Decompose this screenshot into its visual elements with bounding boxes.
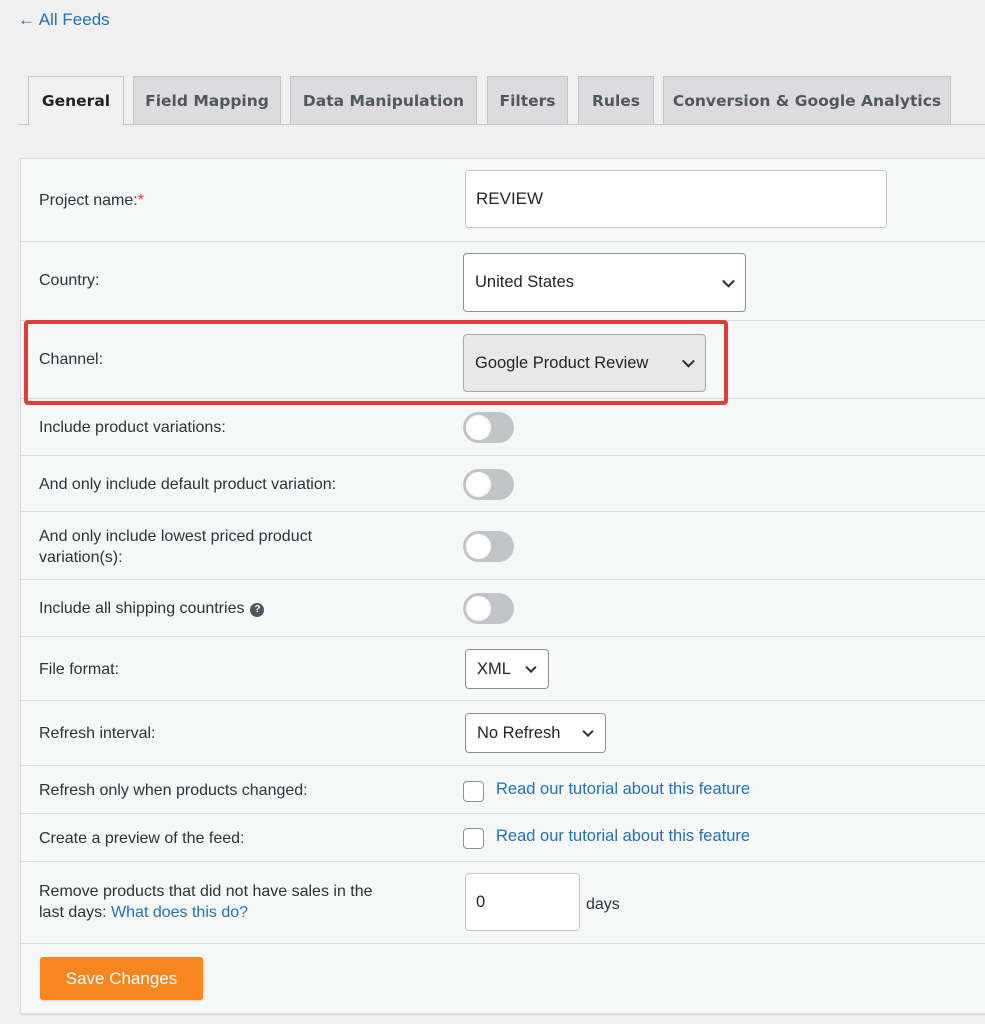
include-variations-toggle[interactable] (463, 412, 514, 443)
refresh-changed-tutorial-link[interactable]: Read our tutorial about this feature (496, 780, 750, 799)
all-shipping-label: Include all shipping countries? (39, 598, 265, 619)
help-icon[interactable]: ? (250, 603, 265, 617)
file-format-row: File format: XML (21, 637, 985, 701)
lowest-priced-toggle[interactable] (463, 531, 514, 562)
tab-data-manipulation[interactable]: Data Manipulation (290, 76, 477, 125)
tab-field-mapping[interactable]: Field Mapping (133, 76, 281, 125)
remove-no-sales-label: Remove products that did not have sales … (39, 883, 373, 921)
tab-conversion-analytics[interactable]: Conversion & Google Analytics (663, 76, 951, 125)
preview-label: Create a preview of the feed: (39, 830, 245, 847)
preview-row: Create a preview of the feed: Read our t… (21, 814, 985, 862)
tab-bar: General Field Mapping Data Manipulation … (18, 76, 985, 126)
file-format-label: File format: (39, 661, 120, 678)
toggle-knob (466, 472, 491, 497)
refresh-changed-checkbox[interactable] (463, 781, 484, 802)
refresh-interval-value: No Refresh (477, 723, 561, 742)
toggle-knob (466, 415, 491, 440)
days-unit-label: days (586, 896, 620, 913)
lowest-priced-row: And only include lowest priced product v… (21, 512, 985, 580)
general-settings-panel: Project name:* REVIEW Country: United St… (20, 158, 985, 1014)
all-feeds-link[interactable]: ← All Feeds (18, 10, 110, 30)
channel-row: Channel: Google Product Review (21, 321, 985, 399)
toggle-knob (466, 534, 491, 559)
what-does-this-do-link[interactable]: What does this do? (111, 904, 248, 921)
project-name-label: Project name:* (39, 192, 144, 209)
file-format-select[interactable]: XML (465, 649, 549, 689)
include-variations-label: Include product variations: (39, 419, 226, 436)
preview-checkbox[interactable] (463, 828, 484, 849)
refresh-changed-row: Refresh only when products changed: Read… (21, 766, 985, 814)
country-value: United States (475, 273, 575, 291)
default-variation-toggle[interactable] (463, 469, 514, 500)
required-mark: * (137, 192, 144, 209)
refresh-interval-select[interactable]: No Refresh (465, 713, 606, 753)
chevron-down-icon (682, 354, 695, 368)
all-shipping-row: Include all shipping countries? (21, 580, 985, 637)
country-select[interactable]: United States (463, 253, 746, 312)
chevron-down-icon (525, 661, 537, 674)
remove-no-sales-row: Remove products that did not have sales … (21, 862, 985, 944)
toggle-knob (466, 596, 491, 621)
country-label: Country: (39, 272, 100, 289)
channel-select[interactable]: Google Product Review (463, 334, 706, 392)
preview-tutorial-link[interactable]: Read our tutorial about this feature (496, 827, 750, 846)
refresh-changed-label: Refresh only when products changed: (39, 782, 308, 799)
channel-label: Channel: (39, 351, 104, 368)
refresh-interval-label: Refresh interval: (39, 725, 156, 742)
channel-value: Google Product Review (475, 353, 649, 372)
include-variations-row: Include product variations: (21, 399, 985, 456)
tab-filters[interactable]: Filters (487, 76, 568, 125)
chevron-down-icon (722, 274, 735, 288)
default-variation-label: And only include default product variati… (39, 476, 337, 493)
lowest-priced-label: And only include lowest priced product v… (39, 528, 313, 566)
tab-general[interactable]: General (28, 76, 124, 126)
country-row: Country: United States (21, 242, 985, 321)
file-format-value: XML (477, 659, 511, 678)
all-shipping-toggle[interactable] (463, 593, 514, 624)
project-name-row: Project name:* REVIEW (21, 159, 985, 242)
chevron-down-icon (582, 725, 594, 738)
default-variation-row: And only include default product variati… (21, 456, 985, 512)
project-name-input[interactable]: REVIEW (465, 170, 887, 228)
tab-rules[interactable]: Rules (578, 76, 654, 125)
remove-no-sales-days-input[interactable]: 0 (465, 873, 580, 931)
refresh-interval-row: Refresh interval: No Refresh (21, 701, 985, 766)
save-changes-button[interactable]: Save Changes (40, 957, 203, 1000)
